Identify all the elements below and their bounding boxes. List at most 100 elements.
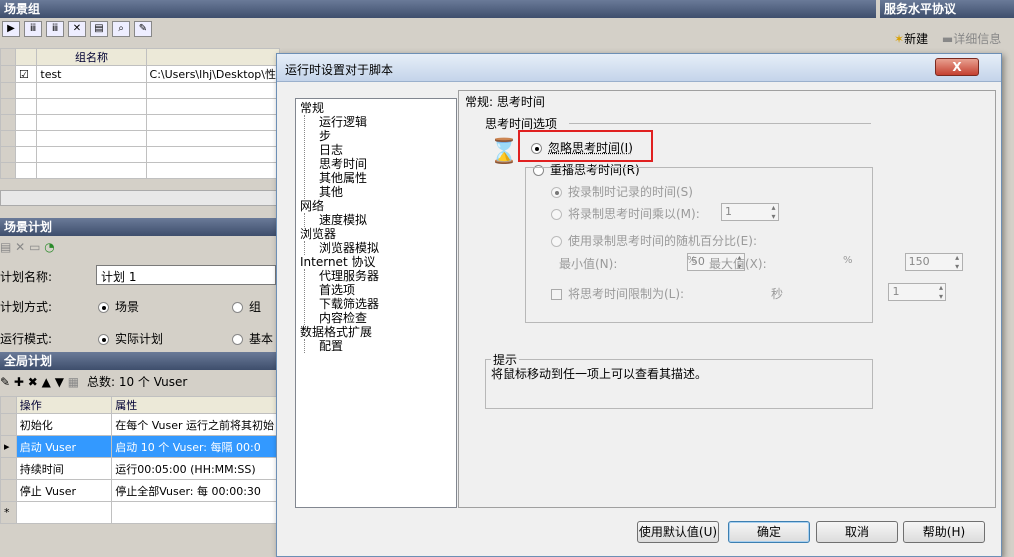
global-plan-header: 全局计划 — [0, 352, 276, 370]
tree-item[interactable]: 速度模拟 — [319, 213, 452, 227]
plan-mode-label: 计划方式: — [0, 300, 53, 314]
table-row[interactable]: 停止 Vuser 停止全部Vuser: 每 00:00:30 — [0, 479, 278, 502]
random-percent-radio[interactable]: 使用录制思考时间的随机百分比(E): — [551, 232, 757, 249]
checkbox-icon — [551, 289, 562, 300]
tree-item-general[interactable]: 常规 — [300, 101, 452, 115]
min-label: 最小值(N): — [559, 257, 618, 271]
run-basic-radio[interactable]: 基本 — [232, 330, 273, 347]
tree-item-internet[interactable]: Internet 协议 — [300, 255, 452, 269]
max-pct: % — [843, 255, 853, 266]
help-button[interactable]: 帮助(H) — [903, 521, 985, 543]
tree-item-think-time[interactable]: 思考时间 — [319, 157, 452, 171]
tree-item[interactable]: 其他 — [319, 185, 452, 199]
schedule-icon[interactable]: ◔ — [44, 240, 54, 254]
highlight-box — [518, 130, 653, 162]
limit-checkbox[interactable]: 将思考时间限制为(L): — [551, 285, 684, 302]
tree-item-network[interactable]: 网络 — [300, 199, 452, 213]
table-row[interactable]: * — [0, 501, 278, 524]
group-name-cell: test — [36, 65, 147, 83]
tree-item[interactable]: 首选项 — [319, 283, 452, 297]
radio-dot-icon — [232, 302, 243, 313]
tree-item[interactable]: 浏览器模拟 — [319, 241, 452, 255]
limit-stepper[interactable]: 1 — [888, 283, 947, 301]
tree-item[interactable]: 配置 — [319, 339, 452, 353]
enabled-checkbox[interactable]: ☑ — [14, 65, 38, 83]
settings-tree: 常规 运行逻辑 步 日志 思考时间 其他属性 其他 网络 速度模拟 浏览器 浏览… — [295, 98, 457, 508]
script-path-cell: C:\Users\lhj\Desktop\性 — [145, 65, 281, 83]
hint-text: 将鼠标移动到任一项上可以查看其描述。 — [491, 367, 708, 381]
close-button[interactable]: X — [935, 58, 979, 76]
rename-plan-icon[interactable]: ▭ — [29, 240, 40, 254]
as-recorded-radio[interactable]: 按录制时记录的时间(S) — [551, 183, 693, 200]
move-down-icon[interactable]: ▼ — [55, 375, 64, 389]
global-plan-toolbar: ✎ ✚ ✖ ▲ ▼ ▦ 总数: 10 个 Vuser — [0, 373, 276, 393]
copy-icon[interactable]: ▦ — [68, 375, 79, 389]
radio-dot-icon — [551, 187, 562, 198]
options-rule — [569, 123, 871, 124]
new-icon: ✶ — [894, 32, 905, 46]
move-up-icon[interactable]: ▲ — [42, 375, 51, 389]
col-action: 操作 — [15, 396, 113, 414]
ok-button[interactable]: 确定 — [728, 521, 810, 543]
use-defaults-button[interactable]: 使用默认值(U) — [637, 521, 719, 543]
mode-scenario-radio[interactable]: 场景 — [98, 298, 139, 315]
tree-item[interactable]: 运行逻辑 — [319, 115, 452, 129]
seconds-label: 秒 — [771, 287, 784, 301]
scenario-plan-toolbar: ▤ ✕ ▭ ◔ — [0, 240, 276, 260]
total-vusers: 总数: 10 个 Vuser — [86, 375, 188, 389]
horizontal-scrollbar[interactable] — [0, 190, 280, 206]
add-vuser-icon[interactable]: ⅲ — [24, 21, 42, 37]
col-attr: 属性 — [111, 396, 278, 414]
details-icon: ▬ — [941, 32, 954, 46]
col-group-name: 组名称 — [36, 48, 147, 66]
play-icon[interactable]: ▶ — [2, 21, 20, 37]
scenario-group-table: 组名称 ☑ test C:\Users\lhj\Desktop\性 — [0, 48, 281, 179]
tree-item[interactable]: 日志 — [319, 143, 452, 157]
plan-name-field[interactable]: 计划 1 — [96, 265, 276, 285]
delete-action-icon[interactable]: ✖ — [28, 375, 38, 389]
radio-dot-icon — [98, 302, 109, 313]
dialog-title: 运行时设置对于脚本 — [277, 54, 1001, 82]
multiply-radio[interactable]: 将录制思考时间乘以(M): — [551, 205, 700, 222]
remove-vuser-icon[interactable]: ✕ — [68, 21, 86, 37]
mode-group-radio[interactable]: 组 — [232, 298, 261, 315]
edit-action-icon[interactable]: ✎ — [0, 375, 10, 389]
settings-pane: 常规: 思考时间 思考时间选项 ⌛ 忽略思考时间(I) 重播思考时间(R) 按录… — [458, 90, 996, 508]
max-label: 最大值(X): — [709, 257, 767, 271]
delete-plan-icon[interactable]: ✕ — [15, 240, 25, 254]
vusers-icon[interactable]: ⅲ — [46, 21, 64, 37]
scenario-group-toolbar: ▶ ⅲ ⅲ ✕ ▤ ⌕ ✎ — [0, 19, 276, 41]
radio-dot-icon — [232, 334, 243, 345]
table-row[interactable]: 持续时间 运行00:05:00 (HH:MM:SS) — [0, 457, 278, 480]
tree-item[interactable]: 内容检查 — [319, 311, 452, 325]
tree-item[interactable]: 其他属性 — [319, 171, 452, 185]
global-plan-table: 操作 属性 初始化 在每个 Vuser 运行之前将其初始 ▸ 启动 Vuser 启动 1… — [0, 396, 278, 524]
tree-item[interactable]: 步 — [319, 129, 452, 143]
table-row[interactable]: ☑ test C:\Users\lhj\Desktop\性 — [0, 65, 281, 83]
cancel-button[interactable]: 取消 — [816, 521, 898, 543]
table-row[interactable]: 初始化 在每个 Vuser 运行之前将其初始 — [0, 413, 278, 436]
tree-item[interactable]: 代理服务器 — [319, 269, 452, 283]
hourglass-icon: ⌛ — [489, 137, 519, 165]
section-title: 常规: 思考时间 — [465, 95, 545, 109]
add-action-icon[interactable]: ✚ — [14, 375, 24, 389]
sla-details-button[interactable]: ▬详细信息 — [942, 32, 1001, 46]
run-mode-label: 运行模式: — [0, 332, 53, 346]
sla-toolbar: ✶新建 ▬详细信息 — [880, 30, 1014, 52]
new-plan-icon[interactable]: ▤ — [0, 240, 11, 254]
edit-script-icon[interactable]: ✎ — [134, 21, 152, 37]
tree-item-format[interactable]: 数据格式扩展 — [300, 325, 452, 339]
multiply-stepper[interactable]: 1 — [721, 203, 779, 221]
radio-dot-icon — [551, 236, 562, 247]
details-icon[interactable]: ▤ — [90, 21, 108, 37]
tree-item-browser[interactable]: 浏览器 — [300, 227, 452, 241]
scenario-group-header: 场景组 — [0, 0, 876, 18]
run-actual-radio[interactable]: 实际计划 — [98, 330, 163, 347]
max-stepper[interactable]: 150 — [904, 253, 963, 271]
min-pct: % — [687, 255, 697, 266]
view-script-icon[interactable]: ⌕ — [112, 21, 130, 37]
new-sla-button[interactable]: ✶新建 — [894, 32, 928, 46]
tree-item[interactable]: 下载筛选器 — [319, 297, 452, 311]
table-row[interactable]: ▸ 启动 Vuser 启动 10 个 Vuser: 每隔 00:0 — [0, 435, 278, 458]
sla-header: 服务水平协议 — [880, 0, 1014, 18]
